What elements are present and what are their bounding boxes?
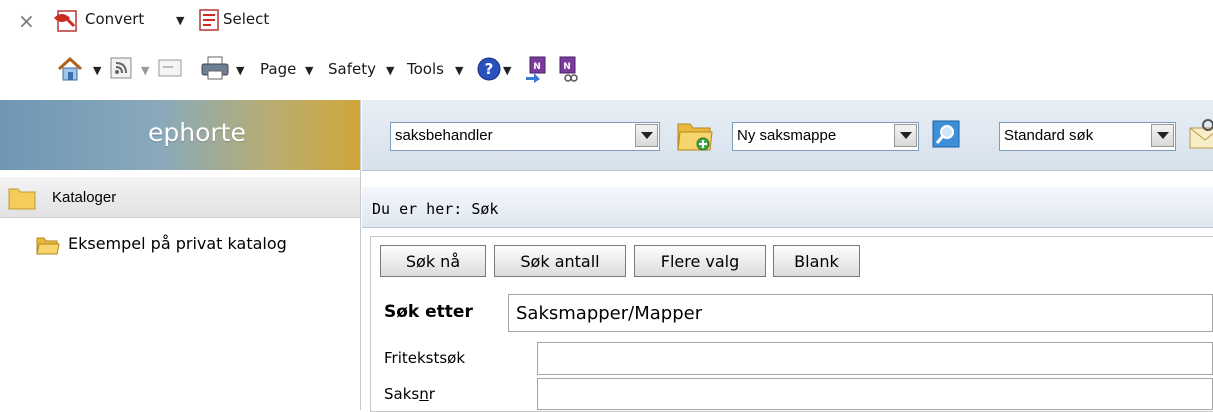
search-for-field[interactable]: Saksmapper/Mapper: [508, 294, 1213, 332]
sidebar-item-label: Eksempel på privat katalog: [68, 234, 287, 253]
browser-command-bar: × Convert ▼ Select ▼ ▼ ▼ Page ▼ Safety ▼…: [0, 0, 1213, 98]
search-now-button[interactable]: Søk nå: [380, 245, 486, 277]
freetext-field[interactable]: [537, 342, 1213, 375]
help-dropdown-icon[interactable]: ▼: [503, 64, 511, 77]
svg-text:N: N: [563, 62, 571, 72]
convert-button[interactable]: Convert: [85, 10, 144, 28]
search-for-label: Søk etter: [384, 302, 473, 322]
breadcrumb-text: Du er her: Søk: [372, 200, 499, 218]
feeds-icon[interactable]: [110, 57, 132, 79]
role-select[interactable]: saksbehandler: [390, 122, 660, 151]
pdf-select-icon[interactable]: [198, 8, 222, 32]
tools-dropdown-icon[interactable]: ▼: [455, 64, 463, 77]
app-toolbar: saksbehandler Ny saksmappe Standard søk: [362, 100, 1213, 171]
catalogs-header[interactable]: Kataloger: [0, 177, 360, 218]
search-type-select[interactable]: Standard søk: [999, 122, 1176, 151]
help-icon[interactable]: ?: [476, 56, 502, 82]
pdf-convert-icon[interactable]: [52, 8, 82, 34]
print-dropdown-icon[interactable]: ▼: [236, 64, 244, 77]
freetext-label: Fritekstsøk: [384, 349, 466, 367]
feeds-dropdown-icon[interactable]: ▼: [141, 64, 149, 77]
print-icon[interactable]: [200, 55, 230, 81]
case-number-field[interactable]: [537, 378, 1213, 410]
search-count-button[interactable]: Søk antall: [494, 245, 626, 277]
safety-dropdown-icon[interactable]: ▼: [386, 64, 394, 77]
page-dropdown-icon[interactable]: ▼: [305, 64, 313, 77]
folder-icon: [8, 184, 36, 210]
brand-logo: ephorte: [148, 118, 246, 147]
more-options-button[interactable]: Flere valg: [634, 245, 766, 277]
sidebar-item-private-catalog[interactable]: Eksempel på privat katalog: [30, 232, 360, 258]
mail-icon[interactable]: [158, 59, 182, 77]
search-for-value: Saksmapper/Mapper: [516, 303, 703, 324]
blank-button[interactable]: Blank: [773, 245, 860, 277]
catalogs-label: Kataloger: [52, 189, 117, 206]
onenote-send-icon[interactable]: N: [524, 55, 548, 83]
case-number-label: Saksnr: [384, 385, 435, 403]
new-item-select-value: Ny saksmappe: [737, 127, 837, 144]
chevron-down-icon[interactable]: [1151, 124, 1174, 147]
onenote-link-icon[interactable]: N: [556, 55, 580, 83]
home-dropdown-icon[interactable]: ▼: [93, 64, 101, 77]
svg-text:N: N: [533, 62, 541, 72]
mail-key-icon[interactable]: [1188, 118, 1213, 150]
home-icon[interactable]: [56, 55, 84, 83]
folder-open-icon: [36, 234, 60, 256]
svg-text:?: ?: [485, 60, 494, 78]
chevron-down-icon[interactable]: [635, 124, 658, 147]
tools-menu[interactable]: Tools: [407, 60, 444, 78]
convert-dropdown-icon[interactable]: ▼: [176, 14, 184, 27]
role-select-value: saksbehandler: [395, 127, 493, 144]
new-folder-icon[interactable]: [676, 116, 714, 154]
brand-header: ephorte: [0, 100, 360, 170]
select-button[interactable]: Select: [223, 10, 269, 28]
new-item-select[interactable]: Ny saksmappe: [732, 122, 919, 151]
breadcrumb: Du er her: Søk: [362, 187, 1213, 228]
close-icon[interactable]: ×: [18, 9, 35, 33]
search-icon[interactable]: [932, 120, 960, 148]
page-menu[interactable]: Page: [260, 60, 296, 78]
chevron-down-icon[interactable]: [894, 124, 917, 147]
search-type-select-value: Standard søk: [1004, 127, 1094, 144]
safety-menu[interactable]: Safety: [328, 60, 376, 78]
